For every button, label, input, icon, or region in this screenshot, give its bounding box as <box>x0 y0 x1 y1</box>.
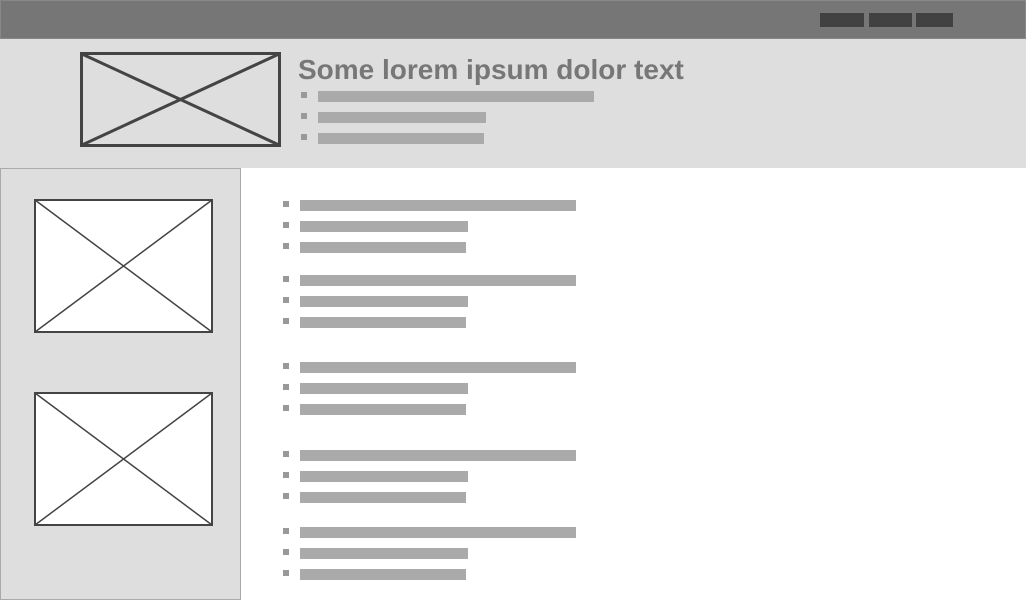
bullet-icon <box>283 297 289 303</box>
bullet-icon <box>283 528 289 534</box>
bullet-icon <box>301 113 307 119</box>
header-band: Some lorem ipsum dolor text <box>0 39 1026 168</box>
text-line-placeholder <box>300 200 576 211</box>
sidebar <box>0 168 241 600</box>
text-line-placeholder <box>300 242 466 253</box>
text-line-placeholder <box>300 275 576 286</box>
bullet-icon <box>283 318 289 324</box>
text-line-placeholder <box>300 492 466 503</box>
text-line-placeholder <box>300 296 468 307</box>
text-line-placeholder <box>300 569 466 580</box>
text-line-placeholder <box>300 471 468 482</box>
bullet-icon <box>283 493 289 499</box>
bullet-icon <box>283 201 289 207</box>
text-line-placeholder <box>300 450 576 461</box>
bullet-icon <box>283 472 289 478</box>
page-title: Some lorem ipsum dolor text <box>298 54 684 85</box>
bullet-icon <box>301 92 307 98</box>
nav-button-1[interactable] <box>820 13 864 27</box>
text-line-placeholder <box>300 383 468 394</box>
bullet-icon <box>283 222 289 228</box>
text-line-placeholder <box>300 548 468 559</box>
wireframe-page: Some lorem ipsum dolor text <box>0 0 1026 600</box>
bullet-icon <box>283 570 289 576</box>
text-line-placeholder <box>300 404 466 415</box>
bullet-icon <box>283 276 289 282</box>
bullet-icon <box>283 363 289 369</box>
bullet-icon <box>283 243 289 249</box>
bullet-icon <box>283 384 289 390</box>
text-line-placeholder <box>300 362 576 373</box>
text-line-placeholder <box>318 112 486 123</box>
bullet-icon <box>283 405 289 411</box>
bullet-icon <box>283 549 289 555</box>
text-line-placeholder <box>300 527 576 538</box>
image-placeholder-icon <box>80 52 281 147</box>
image-placeholder-icon <box>34 199 213 333</box>
bullet-icon <box>283 451 289 457</box>
text-line-placeholder <box>300 221 468 232</box>
nav-button-3[interactable] <box>916 13 953 27</box>
bullet-icon <box>301 134 307 140</box>
top-nav-bar <box>0 0 1026 39</box>
text-line-placeholder <box>318 91 594 102</box>
text-line-placeholder <box>318 133 484 144</box>
main-content <box>241 168 1026 600</box>
text-line-placeholder <box>300 317 466 328</box>
image-placeholder-icon <box>34 392 213 526</box>
nav-button-2[interactable] <box>869 13 912 27</box>
